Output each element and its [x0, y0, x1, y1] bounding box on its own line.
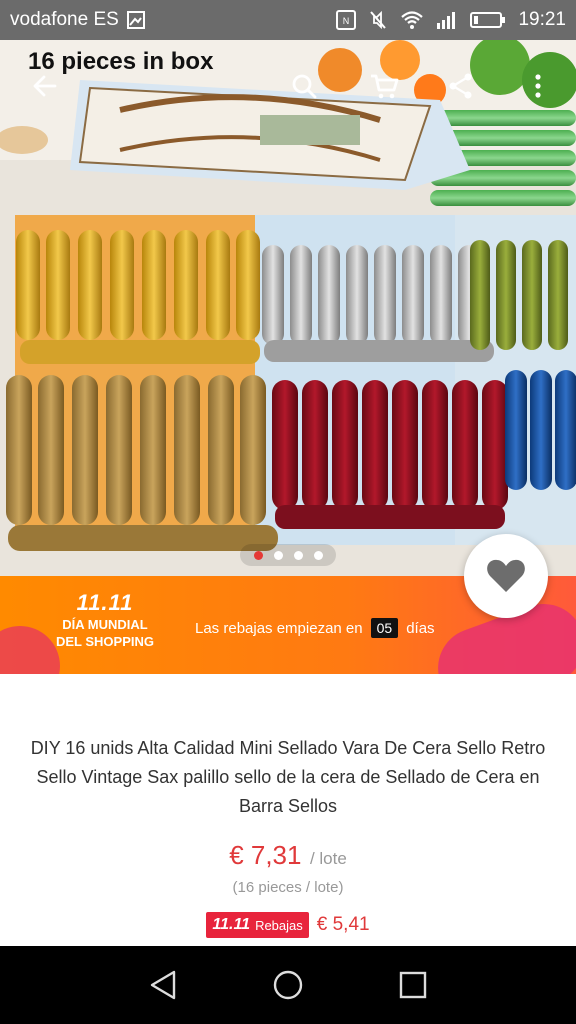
sale-price: € 5,41 — [316, 914, 370, 935]
carousel-dot[interactable] — [273, 550, 283, 560]
back-triangle-icon[interactable] — [143, 965, 183, 1005]
sale-row: 11.11 Rebajas € 5,41 — [0, 912, 576, 938]
cart-icon[interactable] — [366, 68, 402, 104]
countdown-prefix: Las rebajas empiezan en — [195, 619, 363, 637]
price-row: € 7,31 / lote — [0, 840, 576, 871]
price-unit: / lote — [309, 849, 347, 868]
product-photo — [0, 40, 576, 576]
more-icon[interactable] — [520, 68, 556, 104]
wifi-icon — [400, 10, 424, 30]
carousel-indicator — [240, 544, 336, 566]
product-title: DIY 16 unids Alta Calidad Mini Sellado V… — [30, 738, 546, 816]
signal-icon — [436, 10, 458, 30]
recents-square-icon[interactable] — [393, 965, 433, 1005]
svg-text:N: N — [343, 16, 350, 26]
heart-icon — [487, 559, 525, 592]
nfc-icon: N — [336, 10, 357, 30]
system-nav-bar — [0, 946, 576, 1024]
back-arrow-icon[interactable] — [27, 68, 63, 104]
shopping-day-logo: 11.11 DÍA MUNDIAL DEL SHOPPING — [50, 590, 160, 650]
mute-icon — [368, 10, 388, 30]
battery-icon — [470, 11, 506, 29]
pieces-per-lot: (16 pieces / lote) — [232, 879, 344, 896]
home-circle-icon[interactable] — [268, 965, 308, 1005]
product-info: DIY 16 unids Alta Calidad Mini Sellado V… — [0, 674, 576, 946]
carrier-label: vodafone ES — [10, 9, 119, 30]
carousel-dot[interactable] — [313, 550, 323, 560]
blue-sticks — [505, 370, 576, 490]
image-icon — [126, 11, 145, 29]
price: € 7,31 — [229, 840, 302, 870]
share-icon[interactable] — [443, 68, 479, 104]
carousel-dot[interactable] — [293, 550, 303, 560]
logo-line2: DEL SHOPPING — [55, 634, 154, 649]
silver-sticks — [262, 245, 494, 362]
countdown-suffix: días — [406, 619, 435, 637]
clock: 19:21 — [518, 9, 566, 30]
logo-line1: DÍA MUNDIAL — [62, 617, 148, 632]
sale-tag-label: Rebajas — [255, 917, 303, 933]
logo-number: 11.11 — [76, 590, 134, 615]
countdown-text: Las rebajas empiezan en 05 días — [195, 618, 435, 638]
product-image-carousel[interactable]: 16 pieces in box — [0, 40, 576, 576]
search-icon[interactable] — [286, 68, 322, 104]
status-bar: vodafone ES N 19:21 — [0, 0, 576, 40]
carousel-dot[interactable] — [253, 550, 263, 560]
sale-tag-number: 11.11 — [212, 916, 251, 933]
favorite-button[interactable] — [464, 534, 548, 618]
days-badge: 05 — [370, 618, 399, 638]
sale-tag: 11.11 Rebajas — [206, 912, 309, 938]
